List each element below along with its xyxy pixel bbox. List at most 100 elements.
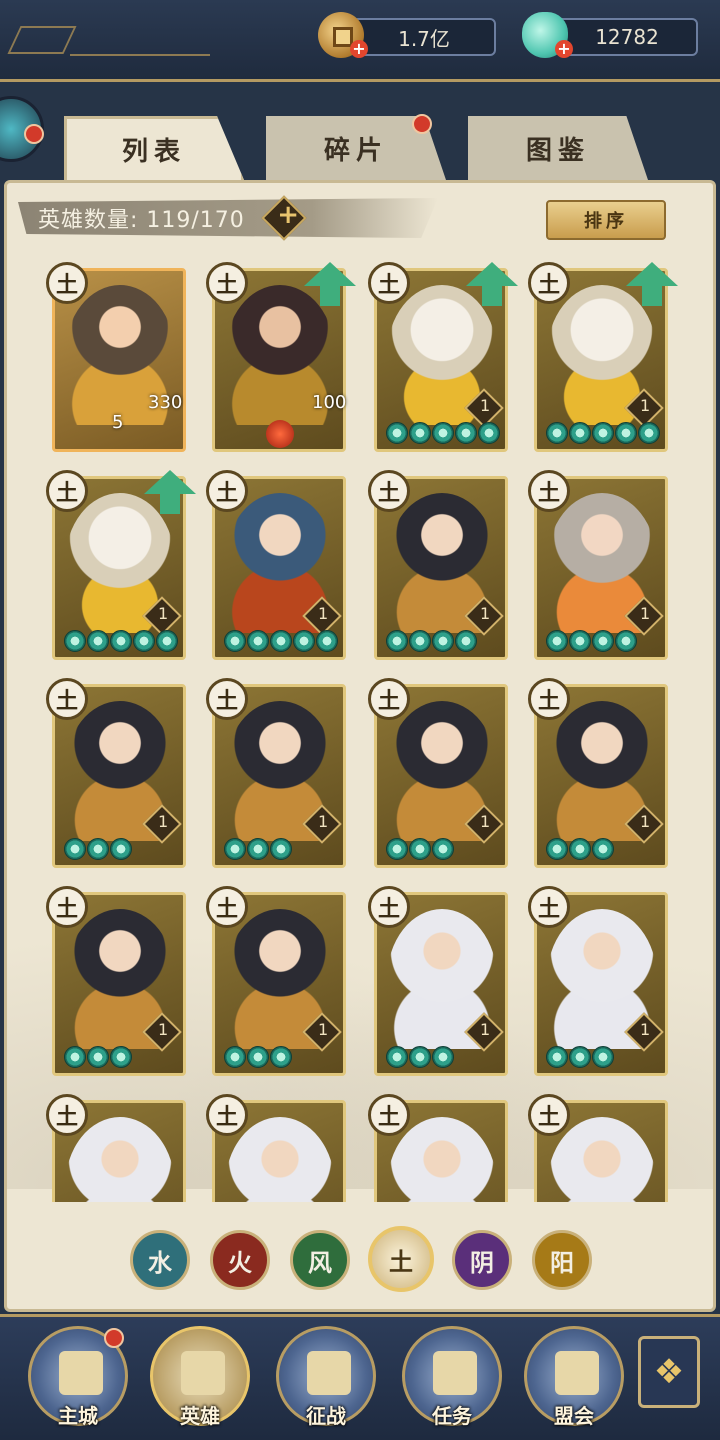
jade-star-icon: [293, 630, 315, 652]
jade-star-icon: [386, 1046, 408, 1068]
tab-codex-label: 图鉴: [525, 135, 590, 166]
jade-star-icon: [270, 838, 292, 860]
hero-level: 1: [640, 604, 651, 624]
jade-star-icon: [64, 1046, 86, 1068]
star-rating: [224, 838, 292, 860]
hero-level: 1: [480, 396, 491, 416]
jade-star-icon: [110, 838, 132, 860]
star-rating: [64, 1046, 132, 1068]
jade-star-icon: [478, 422, 500, 444]
hero-level: 1: [158, 1020, 169, 1040]
upgrade-arrow-icon: [626, 262, 678, 308]
hero-level: 1: [640, 1020, 651, 1040]
nav-label: 盟会: [554, 1404, 594, 1428]
jade-star-icon: [270, 1046, 292, 1068]
jade-star-icon: [569, 422, 591, 444]
tab-list[interactable]: 列表: [64, 116, 244, 180]
jade-star-icon: [569, 838, 591, 860]
jade-star-icon: [247, 630, 269, 652]
element-filter-6[interactable]: 阳: [532, 1230, 592, 1290]
star-rating: [64, 630, 178, 652]
jade-star-icon: [592, 630, 614, 652]
jade-star-icon: [224, 838, 246, 860]
jade-star-icon: [546, 422, 568, 444]
divider: [70, 54, 210, 56]
add-jade-button[interactable]: +: [555, 40, 573, 58]
nav-icon: [555, 1351, 599, 1395]
element-filter-1[interactable]: 水: [130, 1230, 190, 1290]
element-filter-4[interactable]: 土: [368, 1226, 434, 1292]
jade-star-icon: [386, 838, 408, 860]
star-rating: [64, 838, 132, 860]
element-earth-icon: 土: [528, 470, 570, 512]
hero-level: 1: [318, 604, 329, 624]
element-filter-5[interactable]: 阴: [452, 1230, 512, 1290]
element-earth-icon: 土: [368, 1094, 410, 1136]
element-filter-2[interactable]: 火: [210, 1230, 270, 1290]
jade-star-icon: [224, 630, 246, 652]
nav-label: 主城: [58, 1404, 98, 1428]
element-earth-icon: 土: [368, 678, 410, 720]
notification-dot: [104, 1328, 124, 1348]
jade-star-icon: [133, 630, 155, 652]
star-rating: [386, 838, 454, 860]
element-earth-icon: 土: [528, 678, 570, 720]
element-earth-icon: 土: [46, 678, 88, 720]
nav-label: 征战: [306, 1404, 346, 1428]
jade-star-icon: [247, 1046, 269, 1068]
hero-power: 100: [312, 392, 347, 413]
element-earth-icon: 土: [528, 886, 570, 928]
side-notification-dot: [24, 124, 44, 144]
hero-level: 1: [480, 812, 491, 832]
hero-level: 1: [158, 604, 169, 624]
jade-star-icon: [409, 630, 431, 652]
hero-level: 1: [318, 1020, 329, 1040]
jade-star-icon: [546, 630, 568, 652]
jade-star-icon: [64, 838, 86, 860]
star-rating: [546, 422, 660, 444]
nav-label: 任务: [432, 1404, 472, 1428]
jade-star-icon: [432, 630, 454, 652]
element-earth-icon: 土: [46, 1094, 88, 1136]
hero-grid: 土 5 330 土 100 土 1 土 1 土 1 土 1 土 1 土 1 土 1 土 1 土 1 土 1 土 1 土 1 土 1 土 1 土土土…: [0, 262, 720, 1202]
element-filter-3[interactable]: 风: [290, 1230, 350, 1290]
nav-icon: [433, 1351, 477, 1395]
hero-level: 1: [480, 604, 491, 624]
star-rating: [386, 422, 500, 444]
element-earth-icon: 土: [368, 886, 410, 928]
element-earth-icon: 土: [368, 262, 410, 304]
jade-star-icon: [432, 422, 454, 444]
jade-star-icon: [270, 630, 292, 652]
jade-star-icon: [592, 838, 614, 860]
add-gold-button[interactable]: +: [350, 40, 368, 58]
upgrade-arrow-icon: [466, 262, 518, 308]
tab-fragments-label: 碎片: [323, 135, 388, 166]
jade-amount: 12782: [556, 18, 698, 56]
star-rating: [386, 1046, 454, 1068]
star-rating: [224, 630, 338, 652]
jade-star-icon: [156, 630, 178, 652]
jade-star-icon: [432, 1046, 454, 1068]
jade-star-icon: [409, 422, 431, 444]
element-earth-icon: 土: [528, 1094, 570, 1136]
jade-star-icon: [247, 838, 269, 860]
star-rating: [546, 838, 614, 860]
jade-star-icon: [386, 630, 408, 652]
jade-star-icon: [592, 1046, 614, 1068]
jade-star-icon: [546, 1046, 568, 1068]
hero-count: 英雄数量: 119/170: [38, 208, 245, 233]
faction-crest-icon: [266, 420, 294, 448]
jade-star-icon: [569, 1046, 591, 1068]
sort-button[interactable]: 排序: [546, 200, 666, 240]
tab-codex[interactable]: 图鉴: [468, 116, 648, 180]
nav-icon: [59, 1351, 103, 1395]
jade-star-icon: [224, 1046, 246, 1068]
upgrade-arrow-icon: [304, 262, 356, 308]
jade-star-icon: [546, 838, 568, 860]
jade-star-icon: [455, 630, 477, 652]
jade-star-icon: [386, 422, 408, 444]
jade-star-icon: [569, 630, 591, 652]
more-menu-button[interactable]: ❖: [638, 1336, 700, 1408]
jade-star-icon: [615, 630, 637, 652]
element-earth-icon: 土: [46, 262, 88, 304]
